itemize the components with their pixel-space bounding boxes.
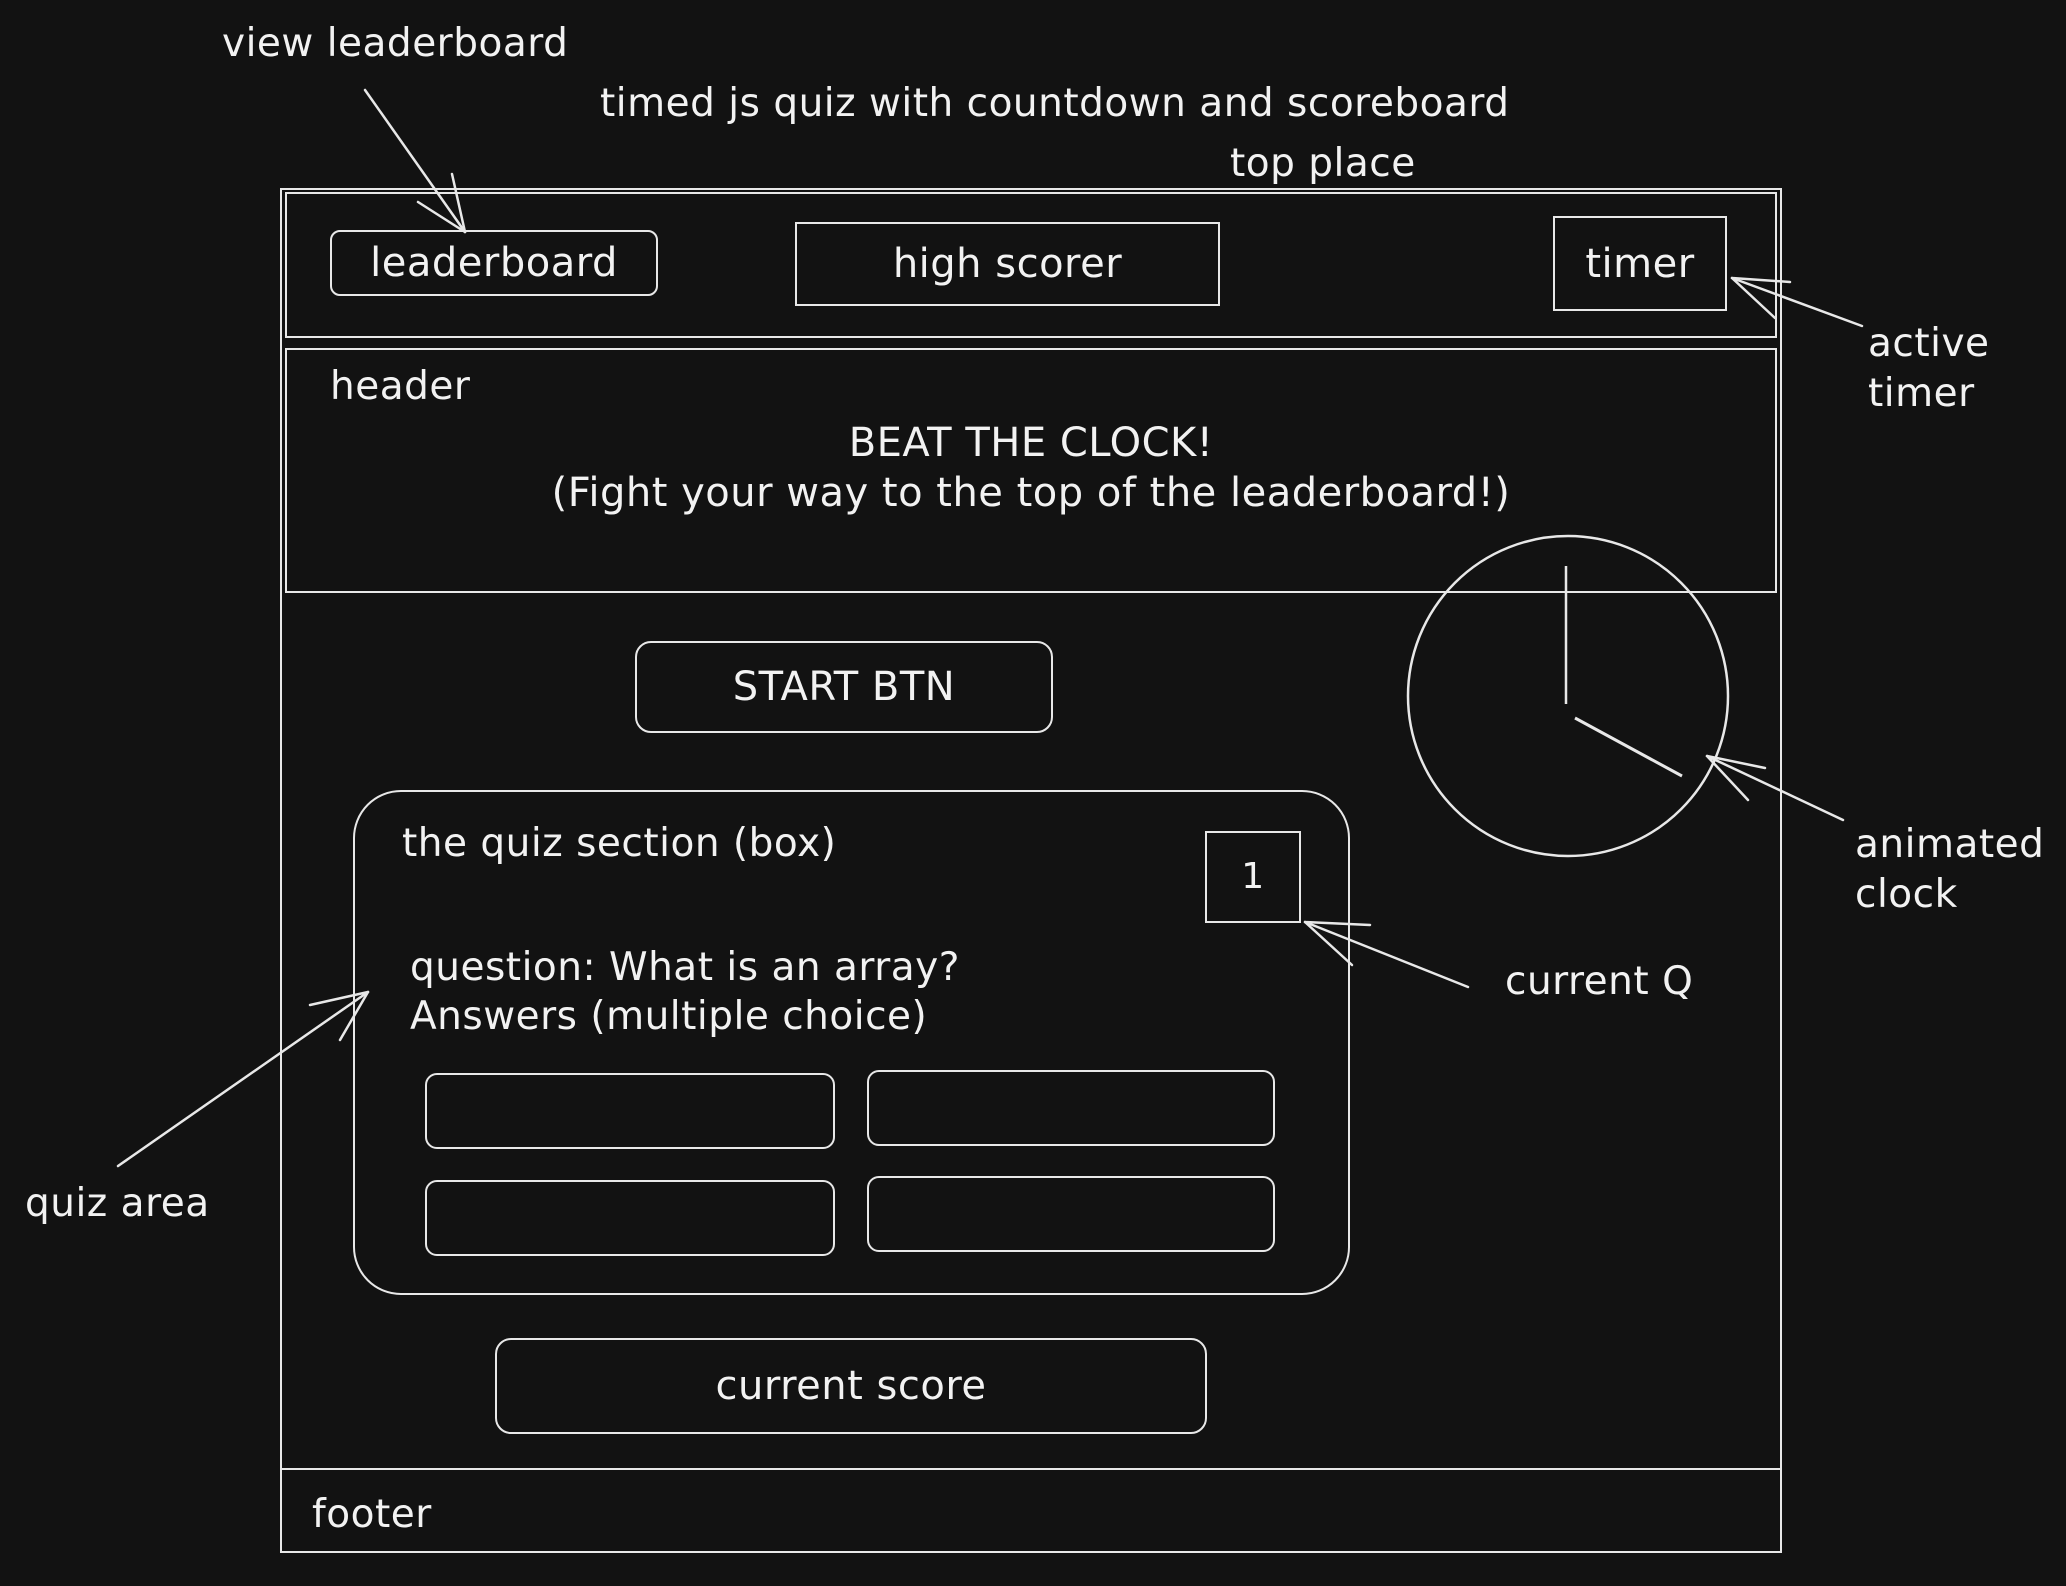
timer-label: timer <box>1585 240 1695 287</box>
footer-label: footer <box>312 1492 432 1537</box>
footer-box <box>280 1468 1782 1553</box>
question-number: 1 <box>1241 856 1265 898</box>
current-score-label: current score <box>715 1363 987 1409</box>
annotation-page-title: timed js quiz with countdown and scorebo… <box>600 81 1510 126</box>
quiz-section-label: the quiz section (box) <box>402 821 837 866</box>
annotation-top-place: top place <box>1230 141 1416 186</box>
header-subtitle: (Fight your way to the top of the leader… <box>551 470 1511 516</box>
question-text: question: What is an array? <box>410 945 960 990</box>
header-title: BEAT THE CLOCK! <box>848 420 1214 466</box>
start-button-label: START BTN <box>732 664 956 710</box>
annotation-active-timer-line2: timer <box>1868 371 1975 416</box>
high-scorer-label: high scorer <box>892 241 1123 287</box>
timer-box: timer <box>1553 216 1727 311</box>
header-label: header <box>330 364 471 409</box>
answer-option-3[interactable] <box>425 1180 835 1256</box>
annotation-animated-clock-line1: animated <box>1855 822 2045 867</box>
annotation-quiz-area: quiz area <box>25 1181 210 1226</box>
answer-option-4[interactable] <box>867 1176 1275 1252</box>
leaderboard-button-label: leaderboard <box>370 240 618 286</box>
answer-option-1[interactable] <box>425 1073 835 1149</box>
answers-label: Answers (multiple choice) <box>410 994 928 1039</box>
leaderboard-button[interactable]: leaderboard <box>330 230 658 296</box>
high-scorer-box: high scorer <box>795 222 1220 306</box>
annotation-active-timer-line1: active <box>1868 321 1990 366</box>
annotation-view-leaderboard: view leaderboard <box>222 21 569 66</box>
question-number-box: 1 <box>1205 831 1301 923</box>
start-button[interactable]: START BTN <box>635 641 1053 733</box>
annotation-animated-clock-line2: clock <box>1855 872 1958 917</box>
answer-option-2[interactable] <box>867 1070 1275 1146</box>
current-score-box: current score <box>495 1338 1207 1434</box>
